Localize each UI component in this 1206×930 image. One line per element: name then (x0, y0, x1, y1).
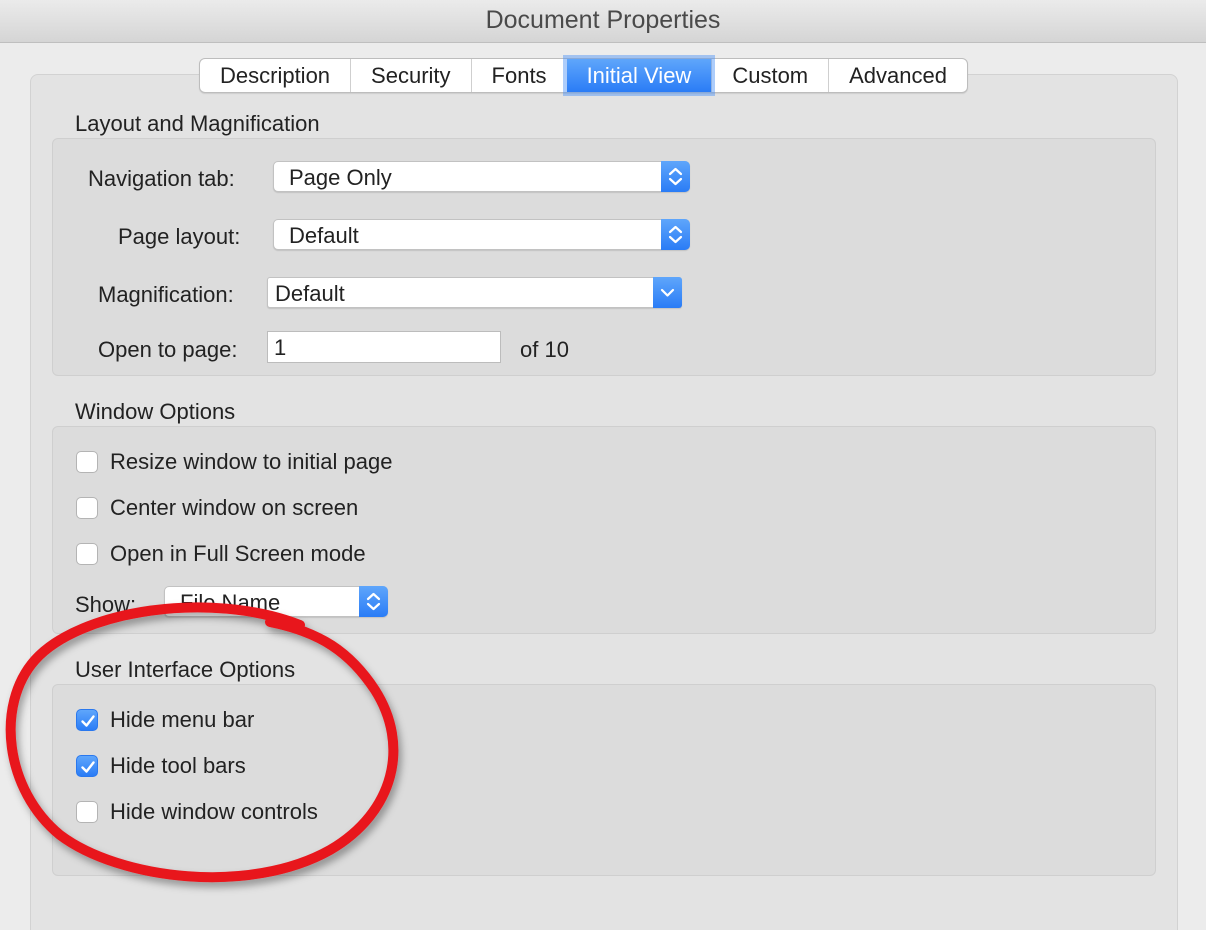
window-options-title: Window Options (75, 399, 236, 424)
navigation-tab-popup[interactable]: Page Only (273, 161, 690, 192)
tab-description[interactable]: Description (200, 59, 350, 92)
chevron-down-icon (653, 277, 682, 308)
hide-menu-bar-label: Hide menu bar (110, 707, 255, 732)
show-popup[interactable]: File Name (164, 586, 388, 617)
layout-section-title: Layout and Magnification (75, 111, 320, 136)
tab-custom[interactable]: Custom (711, 59, 828, 92)
tab-initial-view[interactable]: Initial View (566, 59, 712, 92)
full-screen-label: Open in Full Screen mode (110, 541, 366, 566)
hide-tool-bars-checkbox[interactable] (76, 755, 98, 777)
title-bar: Document Properties (0, 0, 1206, 43)
show-label: Show: (75, 592, 137, 617)
center-window-checkbox[interactable] (76, 497, 98, 519)
magnification-label: Magnification: (98, 282, 234, 307)
tab-advanced[interactable]: Advanced (828, 59, 967, 92)
up-down-chevron-icon (661, 219, 690, 250)
document-properties-window: Document Properties Description Security… (0, 0, 1206, 930)
open-to-page-label: Open to page: (98, 337, 238, 362)
checkmark-icon (81, 761, 95, 773)
resize-window-checkbox[interactable] (76, 451, 98, 473)
page-layout-label: Page layout: (118, 224, 241, 249)
checkmark-icon (81, 715, 95, 727)
navigation-tab-value: Page Only (289, 165, 392, 190)
ui-options-title: User Interface Options (75, 657, 296, 682)
open-to-page-input[interactable] (268, 332, 500, 362)
resize-window-label: Resize window to initial page (110, 449, 393, 474)
magnification-value: Default (275, 281, 345, 306)
center-window-label: Center window on screen (110, 495, 359, 520)
hide-window-controls-label: Hide window controls (110, 799, 318, 824)
hide-window-controls-checkbox[interactable] (76, 801, 98, 823)
tab-fonts[interactable]: Fonts (470, 59, 567, 92)
up-down-chevron-icon (661, 161, 690, 192)
page-count-text: of 10 (520, 337, 569, 362)
show-value: File Name (180, 590, 281, 615)
hide-menu-bar-checkbox[interactable] (76, 709, 98, 731)
up-down-chevron-icon (359, 586, 388, 617)
magnification-combobox[interactable]: Default (267, 277, 682, 308)
hide-tool-bars-label: Hide tool bars (110, 753, 246, 778)
window-title: Document Properties (485, 6, 721, 34)
page-layout-value: Default (289, 223, 359, 248)
tab-bar: Description Security Fonts Initial View … (199, 58, 968, 93)
page-layout-popup[interactable]: Default (273, 219, 690, 250)
open-to-page-field[interactable] (267, 331, 501, 363)
tab-security[interactable]: Security (350, 59, 470, 92)
full-screen-checkbox[interactable] (76, 543, 98, 565)
navigation-tab-label: Navigation tab: (88, 166, 235, 191)
